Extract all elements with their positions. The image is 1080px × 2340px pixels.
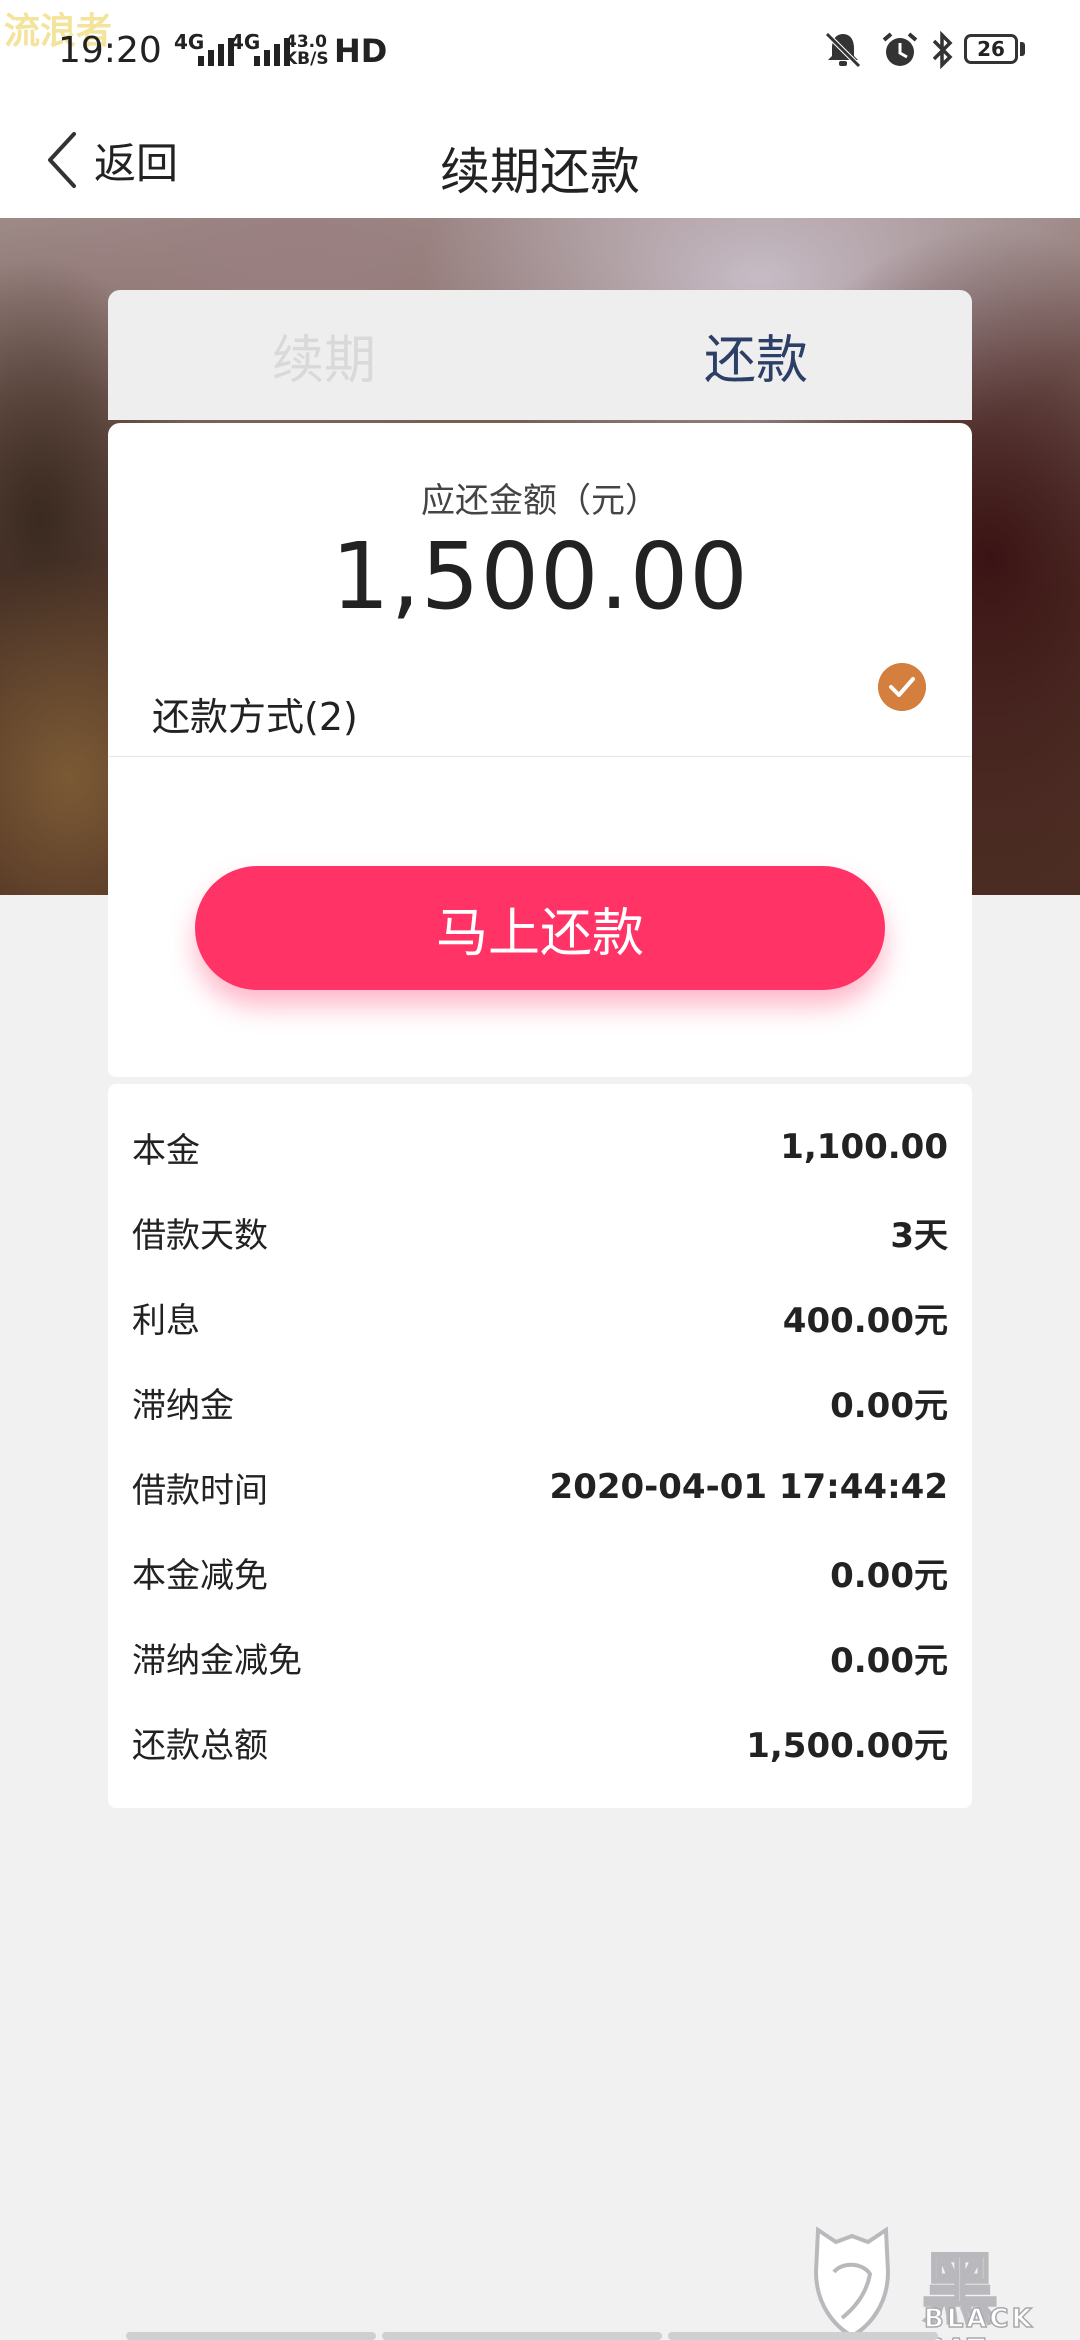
detail-label: 还款总额 (132, 1725, 268, 1766)
detail-row-interest: 利息 400.00元 (132, 1287, 948, 1347)
detail-value: 0.00元 (830, 1385, 948, 1426)
alarm-icon (882, 32, 918, 66)
status-bar: 流浪者 19:20 4G 4G 43.0 KB/S HD 26 (0, 0, 1080, 100)
detail-label: 借款时间 (132, 1470, 268, 1511)
loan-details-card: 本金 1,100.00 借款天数 3天 利息 400.00元 滞纳金 0.00元… (108, 1084, 972, 1808)
detail-row-late-fee-waiver: 滞纳金减免 0.00元 (132, 1627, 948, 1687)
detail-row-principal: 本金 1,100.00 (132, 1117, 948, 1177)
detail-value: 3天 (890, 1215, 948, 1256)
payment-method-row[interactable]: 还款方式(2) (108, 648, 972, 757)
detail-value: 0.00元 (830, 1640, 948, 1681)
tab-renew[interactable]: 续期 (108, 290, 540, 420)
bottom-edge-bar (382, 2332, 662, 2340)
app-header: 返回 续期还款 (0, 100, 1080, 218)
tab-bar: 续期 还款 (108, 290, 972, 420)
status-time: 19:20 (58, 30, 162, 71)
repayment-card: 应还金额（元） 1,500.00 还款方式(2) 马上还款 (108, 423, 972, 1077)
bottom-edge-bar (668, 2332, 938, 2340)
page-title: 续期还款 (440, 143, 640, 201)
network-speed: 43.0 KB/S (284, 34, 329, 69)
detail-label: 借款天数 (132, 1215, 268, 1256)
detail-value: 1,500.00元 (746, 1725, 948, 1766)
signal-strength-icon (198, 36, 234, 66)
detail-label: 滞纳金 (132, 1385, 234, 1426)
detail-label: 利息 (132, 1300, 200, 1341)
bottom-edge-bar (126, 2332, 376, 2340)
payment-method-label: 还款方式(2) (152, 695, 358, 739)
brand-watermark-en: BLACK CAT (923, 2303, 1035, 2340)
detail-row-loan-days: 借款天数 3天 (132, 1202, 948, 1262)
detail-value: 2020-04-01 17:44:42 (549, 1467, 948, 1507)
amount-due-value: 1,500.00 (331, 523, 749, 630)
amount-due-label: 应还金额（元） (421, 481, 659, 521)
battery-tip (1020, 42, 1025, 56)
battery-indicator: 26 (964, 34, 1018, 64)
detail-row-loan-time: 借款时间 2020-04-01 17:44:42 (132, 1457, 948, 1517)
tab-repay[interactable]: 还款 (540, 290, 972, 420)
hd-indicator: HD (334, 32, 388, 70)
detail-row-total-repayment: 还款总额 1,500.00元 (132, 1712, 948, 1772)
detail-value: 0.00元 (830, 1555, 948, 1596)
bluetooth-icon (932, 30, 953, 70)
bell-muted-icon (825, 32, 861, 68)
network-speed-unit: KB/S (284, 49, 329, 69)
repayment-page: 流浪者 19:20 4G 4G 43.0 KB/S HD 26 返回 续期还款 … (0, 0, 1080, 2340)
detail-label: 滞纳金减免 (132, 1640, 302, 1681)
checkmark-icon[interactable] (878, 663, 926, 711)
detail-row-principal-waiver: 本金减免 0.00元 (132, 1542, 948, 1602)
detail-value: 400.00元 (782, 1300, 948, 1341)
detail-row-late-fee: 滞纳金 0.00元 (132, 1372, 948, 1432)
detail-label: 本金减免 (132, 1555, 268, 1596)
pay-now-button[interactable]: 马上还款 (195, 866, 885, 990)
detail-value: 1,100.00 (780, 1127, 948, 1167)
detail-label: 本金 (132, 1130, 200, 1171)
